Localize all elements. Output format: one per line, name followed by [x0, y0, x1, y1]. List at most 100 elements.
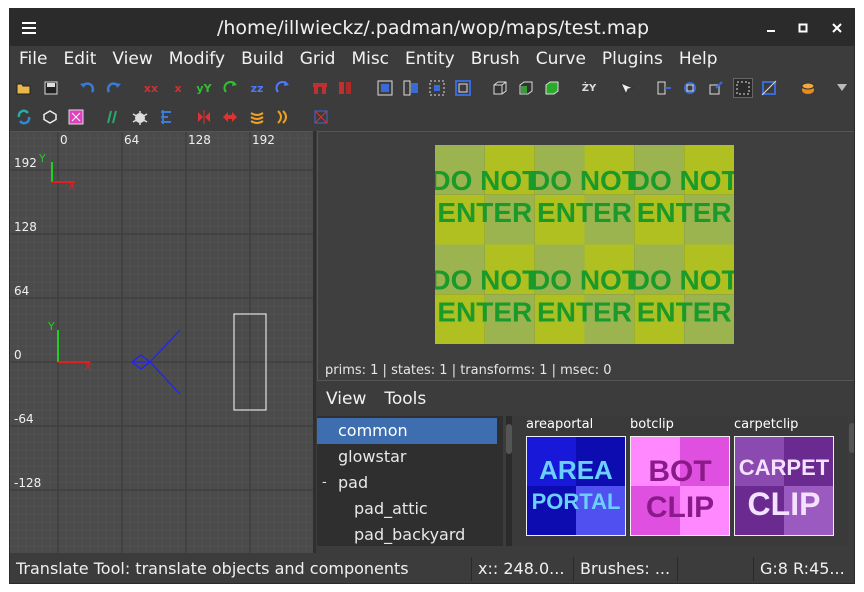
texture-areaportal[interactable]: areaportal AREA PORTAL	[526, 416, 626, 536]
drag-tool-icon[interactable]	[733, 78, 753, 98]
menu-curve[interactable]: Curve	[528, 46, 594, 72]
texture-tree: common glowstar - pad pad_attic pad_back…	[317, 416, 503, 546]
tex-text-1: CARPET	[739, 455, 830, 480]
menu-view[interactable]: View	[104, 46, 160, 72]
cube-sides-icon[interactable]	[517, 79, 535, 97]
camera-icon[interactable]	[618, 79, 636, 97]
scale-icon[interactable]	[707, 79, 725, 97]
rotate-x-icon[interactable]: x	[169, 79, 187, 97]
status-coords: x:: 248.0...	[478, 559, 565, 578]
flip-vertical-icon[interactable]	[221, 108, 239, 126]
texture-browser-menu: View Tools	[317, 383, 435, 415]
texture-text-line2: ENTER	[437, 297, 532, 328]
flip-z-icon[interactable]: zz	[248, 79, 266, 97]
maximize-icon[interactable]	[792, 18, 814, 38]
status-message: Translate Tool: translate objects and co…	[16, 559, 409, 578]
cube-icon[interactable]	[491, 79, 509, 97]
tex-text-1: BOT	[648, 455, 711, 488]
texture-carpetclip[interactable]: carpetclip CARPET CLIP	[734, 416, 834, 536]
cross-box-icon[interactable]	[312, 108, 330, 126]
x-tick-label: 128	[188, 133, 211, 147]
menu-grid[interactable]: Grid	[292, 46, 344, 72]
texture-menu-tools[interactable]: Tools	[375, 389, 435, 409]
tree-item-glowstar[interactable]: glowstar	[317, 444, 497, 470]
undo-icon[interactable]	[78, 79, 96, 97]
menu-file[interactable]: File	[11, 46, 55, 72]
texture-grid: areaportal AREA PORTAL botclip BOT CLIP …	[512, 416, 848, 546]
curve-stack-icon[interactable]	[248, 108, 266, 126]
minimize-icon[interactable]	[760, 18, 782, 38]
rotate-icon[interactable]	[681, 79, 699, 97]
texture-text-line1: DO NOT	[630, 265, 734, 296]
tree-item-common[interactable]: common	[317, 418, 497, 444]
tex-text-2: CLIP	[748, 486, 821, 522]
xy-view[interactable]: 0 64 128 192 192 128 64 0 -64 -128 Y X Y X	[10, 131, 313, 553]
texture-menu-view[interactable]: View	[317, 389, 375, 409]
flip-x-icon[interactable]: xx	[142, 79, 160, 97]
texture-label: carpetclip	[734, 417, 799, 432]
csg-merge-icon[interactable]	[336, 79, 354, 97]
texture-botclip[interactable]: botclip BOT CLIP	[630, 416, 730, 536]
menu-entity[interactable]: Entity	[397, 46, 463, 72]
texture-thumbnail[interactable]: AREA PORTAL	[526, 436, 626, 536]
menu-modify[interactable]: Modify	[161, 46, 233, 72]
open-file-icon[interactable]	[15, 79, 33, 97]
texture-text-line2: ENTER	[637, 297, 732, 328]
select-complete-icon[interactable]	[454, 79, 472, 97]
rotate-y-icon[interactable]	[222, 79, 240, 97]
menu-plugins[interactable]: Plugins	[594, 46, 671, 72]
menu-help[interactable]: Help	[671, 46, 726, 72]
x-tick-label: 192	[252, 133, 275, 147]
flip-horizontal-icon[interactable]	[195, 108, 213, 126]
tree-item-pad-backyard[interactable]: pad_backyard	[317, 522, 497, 546]
clipper-icon[interactable]	[760, 79, 778, 97]
status-grid: G:8 R:45...	[760, 559, 845, 578]
tree-expander-icon[interactable]: -	[322, 470, 327, 496]
main-toolbar: xx x yY zz ŻY	[10, 74, 854, 102]
xy-grid[interactable]: 0 64 128 192 192 128 64 0 -64 -128 Y X Y X	[10, 132, 313, 553]
menu-build[interactable]: Build	[233, 46, 292, 72]
save-file-icon[interactable]	[42, 79, 60, 97]
texture-text-line2: ENTER	[637, 197, 732, 228]
cube-solid-icon[interactable]	[543, 79, 561, 97]
select-touching-icon[interactable]	[402, 79, 420, 97]
tree-item-pad-attic[interactable]: pad_attic	[317, 496, 497, 522]
status-brushes: Brushes: ...	[580, 559, 671, 578]
entity-list-icon[interactable]	[157, 108, 175, 126]
tex-text-1: AREA	[539, 455, 613, 485]
translate-icon[interactable]	[655, 79, 673, 97]
vertical-splitter[interactable]	[313, 131, 316, 553]
menu-misc[interactable]: Misc	[343, 46, 397, 72]
texture-scroll-thumb[interactable]	[849, 423, 854, 453]
patch-icon[interactable]	[799, 79, 817, 97]
texture-thumbnail[interactable]: BOT CLIP	[630, 436, 730, 536]
menu-brush[interactable]: Brush	[463, 46, 528, 72]
bug-icon[interactable]	[131, 108, 149, 126]
texture-window-icon[interactable]	[67, 108, 85, 126]
flip-y-icon[interactable]: yY	[195, 79, 213, 97]
texture-browser: View Tools common glowstar - pad pad_att…	[317, 383, 854, 553]
texture-thumbnail[interactable]: CARPET CLIP	[734, 436, 834, 536]
select-partial-icon[interactable]	[428, 79, 446, 97]
csg-subtract-icon[interactable]	[311, 79, 329, 97]
refresh-icon[interactable]	[15, 108, 33, 126]
bend-icon[interactable]	[104, 108, 122, 126]
texture-text-line1: DO NOT	[435, 165, 539, 196]
texture-lock-icon[interactable]: ŻY	[580, 79, 598, 97]
select-inside-icon[interactable]	[376, 79, 394, 97]
tree-item-pad[interactable]: - pad	[317, 470, 497, 496]
rotate-z-icon[interactable]	[274, 79, 292, 97]
hexagon-icon[interactable]	[41, 108, 59, 126]
arc-icon[interactable]	[274, 108, 292, 126]
x-tick-label: 64	[124, 133, 139, 147]
camera-texture-preview: DO NOTENTERDO NOTENTERDO NOTENTERDO NOTE…	[435, 145, 734, 344]
menu-edit[interactable]: Edit	[55, 46, 104, 72]
redo-icon[interactable]	[105, 79, 123, 97]
close-icon[interactable]	[826, 18, 848, 38]
orientation-x-label: X	[68, 180, 76, 193]
app-window: /home/illwieckz/.padman/wop/maps/test.ma…	[9, 8, 855, 584]
toolbar-overflow-icon[interactable]	[833, 79, 851, 97]
texture-text-line2: ENTER	[537, 297, 632, 328]
texture-text-line1: DO NOT	[530, 265, 639, 296]
camera-view[interactable]: DO NOT ENTER DO NOT ENTER DO NOT ENTER DO NOT E…	[317, 131, 854, 381]
